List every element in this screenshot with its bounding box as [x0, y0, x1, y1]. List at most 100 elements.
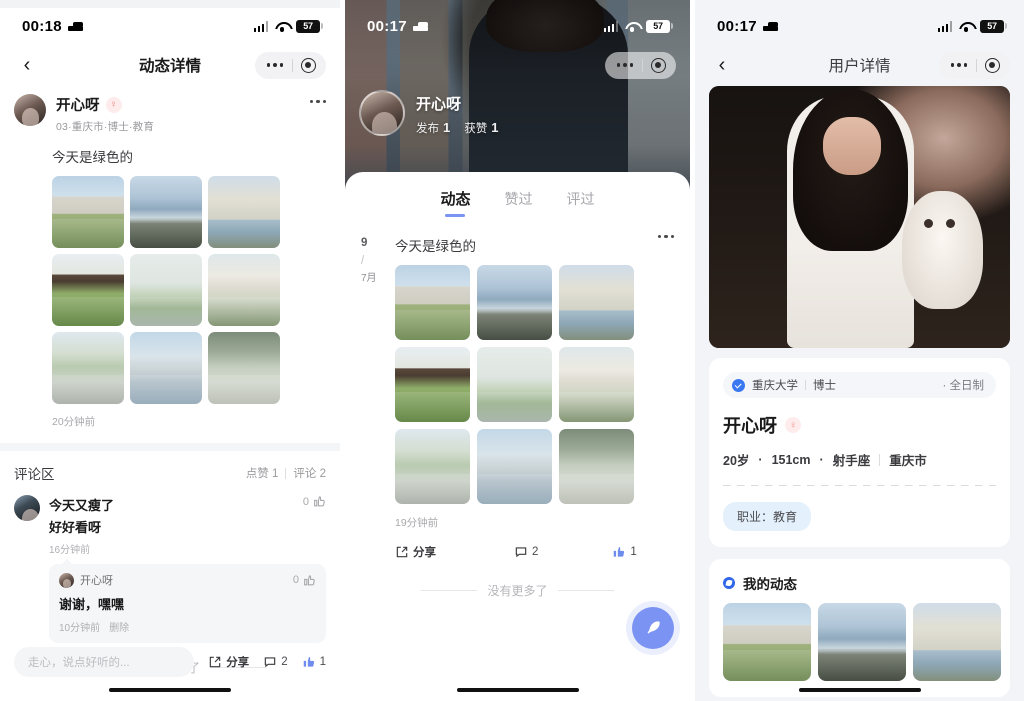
feather-icon: [643, 618, 663, 638]
feed-main: 今天是绿色的 19分钟前: [395, 235, 674, 560]
feed-photo[interactable]: [559, 347, 634, 422]
mini-program-capsule[interactable]: [939, 52, 1010, 79]
post-photo-grid: [0, 166, 340, 404]
wifi-icon: [275, 21, 289, 32]
feed-photo[interactable]: [477, 429, 552, 504]
post-photo[interactable]: [130, 254, 202, 326]
author-name-row: 开心呀 ♀: [56, 94, 310, 115]
post-photo[interactable]: [52, 254, 124, 326]
comment-author[interactable]: 今天又瘦了: [49, 495, 114, 514]
user-hero-photo[interactable]: [709, 86, 1010, 348]
feed-photo[interactable]: [559, 429, 634, 504]
target-icon[interactable]: [293, 58, 323, 73]
comment-count-label[interactable]: 评论 2: [293, 465, 326, 481]
education-pill: 重庆大学 博士 · 全日制: [723, 372, 996, 398]
feed-more-button[interactable]: [658, 235, 674, 238]
panel2-status-bar: 00:17 57: [345, 8, 690, 44]
user-facts: 20岁 · 151cm · 射手座 重庆市: [723, 450, 996, 469]
comments-title: 评论区: [14, 463, 55, 483]
like-button[interactable]: 1: [612, 545, 636, 559]
job-tag: 职业：教育: [723, 502, 811, 531]
comment-item: 今天又瘦了 0 好好看呀 16分钟前: [0, 485, 340, 643]
profile-identity: 开心呀 发布1 获赞1: [359, 90, 498, 136]
comment-body: 今天又瘦了 0 好好看呀 16分钟前: [49, 495, 326, 643]
moment-photo[interactable]: [818, 603, 906, 681]
feed-photo[interactable]: [559, 265, 634, 340]
panel3-status-bar: 00:17 57: [695, 8, 1024, 44]
post-count-value: 1: [443, 120, 450, 135]
author-name[interactable]: 开心呀: [56, 94, 100, 115]
mini-program-capsule[interactable]: [605, 52, 676, 79]
back-button[interactable]: ‹: [709, 52, 735, 78]
share-label: 分享: [226, 654, 249, 670]
avatar[interactable]: [14, 495, 40, 521]
post-more-button[interactable]: [310, 94, 326, 103]
avatar[interactable]: [14, 94, 46, 126]
user-zodiac: 射手座: [833, 450, 871, 469]
feed-photo[interactable]: [395, 429, 470, 504]
back-button[interactable]: ‹: [14, 52, 40, 78]
status-right: 57: [254, 20, 321, 33]
more-dots-icon[interactable]: [608, 63, 642, 68]
bed-icon: [68, 22, 83, 31]
mini-program-capsule[interactable]: [255, 52, 326, 79]
tab-commented[interactable]: 评过: [567, 189, 595, 217]
moment-photo[interactable]: [913, 603, 1001, 681]
status-right: 57: [938, 20, 1005, 33]
comment-input[interactable]: 走心，说点好听的...: [14, 647, 194, 677]
like-count-label[interactable]: 点赞 1: [246, 465, 279, 481]
post-photo[interactable]: [130, 332, 202, 404]
post-photo[interactable]: [52, 176, 124, 248]
reply-delete-button[interactable]: 删除: [109, 619, 129, 634]
reply-author-row[interactable]: 开心呀: [59, 572, 113, 588]
comments-stats: 点赞 1 评论 2: [246, 465, 326, 481]
more-dots-icon[interactable]: [258, 63, 292, 68]
home-indicator: [799, 688, 921, 693]
feed-top-row: 今天是绿色的: [395, 235, 674, 265]
avatar[interactable]: [59, 573, 74, 588]
my-moments-card: 我的动态: [709, 559, 1010, 697]
share-button[interactable]: 分享: [395, 544, 436, 560]
dot-sep: ·: [758, 453, 762, 467]
home-indicator: [457, 688, 579, 693]
signal-icon: [604, 21, 619, 32]
compose-button[interactable]: [632, 607, 674, 649]
tab-moments[interactable]: 动态: [440, 188, 470, 217]
post-photo[interactable]: [208, 254, 280, 326]
reply-like-button[interactable]: 0: [293, 574, 316, 587]
status-right: 57: [604, 20, 671, 33]
post-count-stat[interactable]: 发布 1: [416, 120, 450, 136]
post-count-label: 发布: [416, 123, 439, 135]
status-time: 00:18: [22, 18, 62, 35]
avatar[interactable]: [359, 90, 405, 136]
feed-photo[interactable]: [395, 347, 470, 422]
feed-photo[interactable]: [477, 265, 552, 340]
feed-photo[interactable]: [395, 265, 470, 340]
post-photo[interactable]: [130, 176, 202, 248]
moment-photo[interactable]: [723, 603, 811, 681]
reply-author: 开心呀: [80, 572, 113, 588]
comment-like-button[interactable]: 0: [303, 495, 326, 508]
post-photo[interactable]: [208, 332, 280, 404]
battery-icon: 57: [980, 20, 1004, 33]
feed-photo[interactable]: [477, 347, 552, 422]
phone-panel-profile-feed: 00:17 57 开心呀 发布1 获赞1: [345, 0, 690, 701]
target-icon[interactable]: [977, 58, 1007, 73]
target-icon[interactable]: [643, 58, 673, 73]
tab-liked[interactable]: 赞过: [505, 189, 533, 217]
panel1-status-bar: 00:18 57: [0, 8, 340, 44]
like-button[interactable]: 1: [302, 655, 326, 669]
thumbs-up-filled-icon: [612, 545, 626, 559]
post-photo[interactable]: [52, 332, 124, 404]
like-count-stat[interactable]: 获赞1: [464, 120, 498, 136]
post-photo[interactable]: [208, 176, 280, 248]
more-dots-icon[interactable]: [942, 63, 976, 68]
comment-button[interactable]: 2: [263, 655, 287, 669]
comment-button[interactable]: 2: [514, 545, 538, 559]
user-name: 开心呀: [723, 412, 777, 438]
thumbs-up-icon: [303, 574, 316, 587]
comment-text: 好好看呀: [49, 517, 326, 536]
bed-icon: [763, 22, 778, 31]
profile-counts: 发布 1 获赞1: [416, 120, 498, 136]
share-button[interactable]: 分享: [208, 654, 249, 670]
